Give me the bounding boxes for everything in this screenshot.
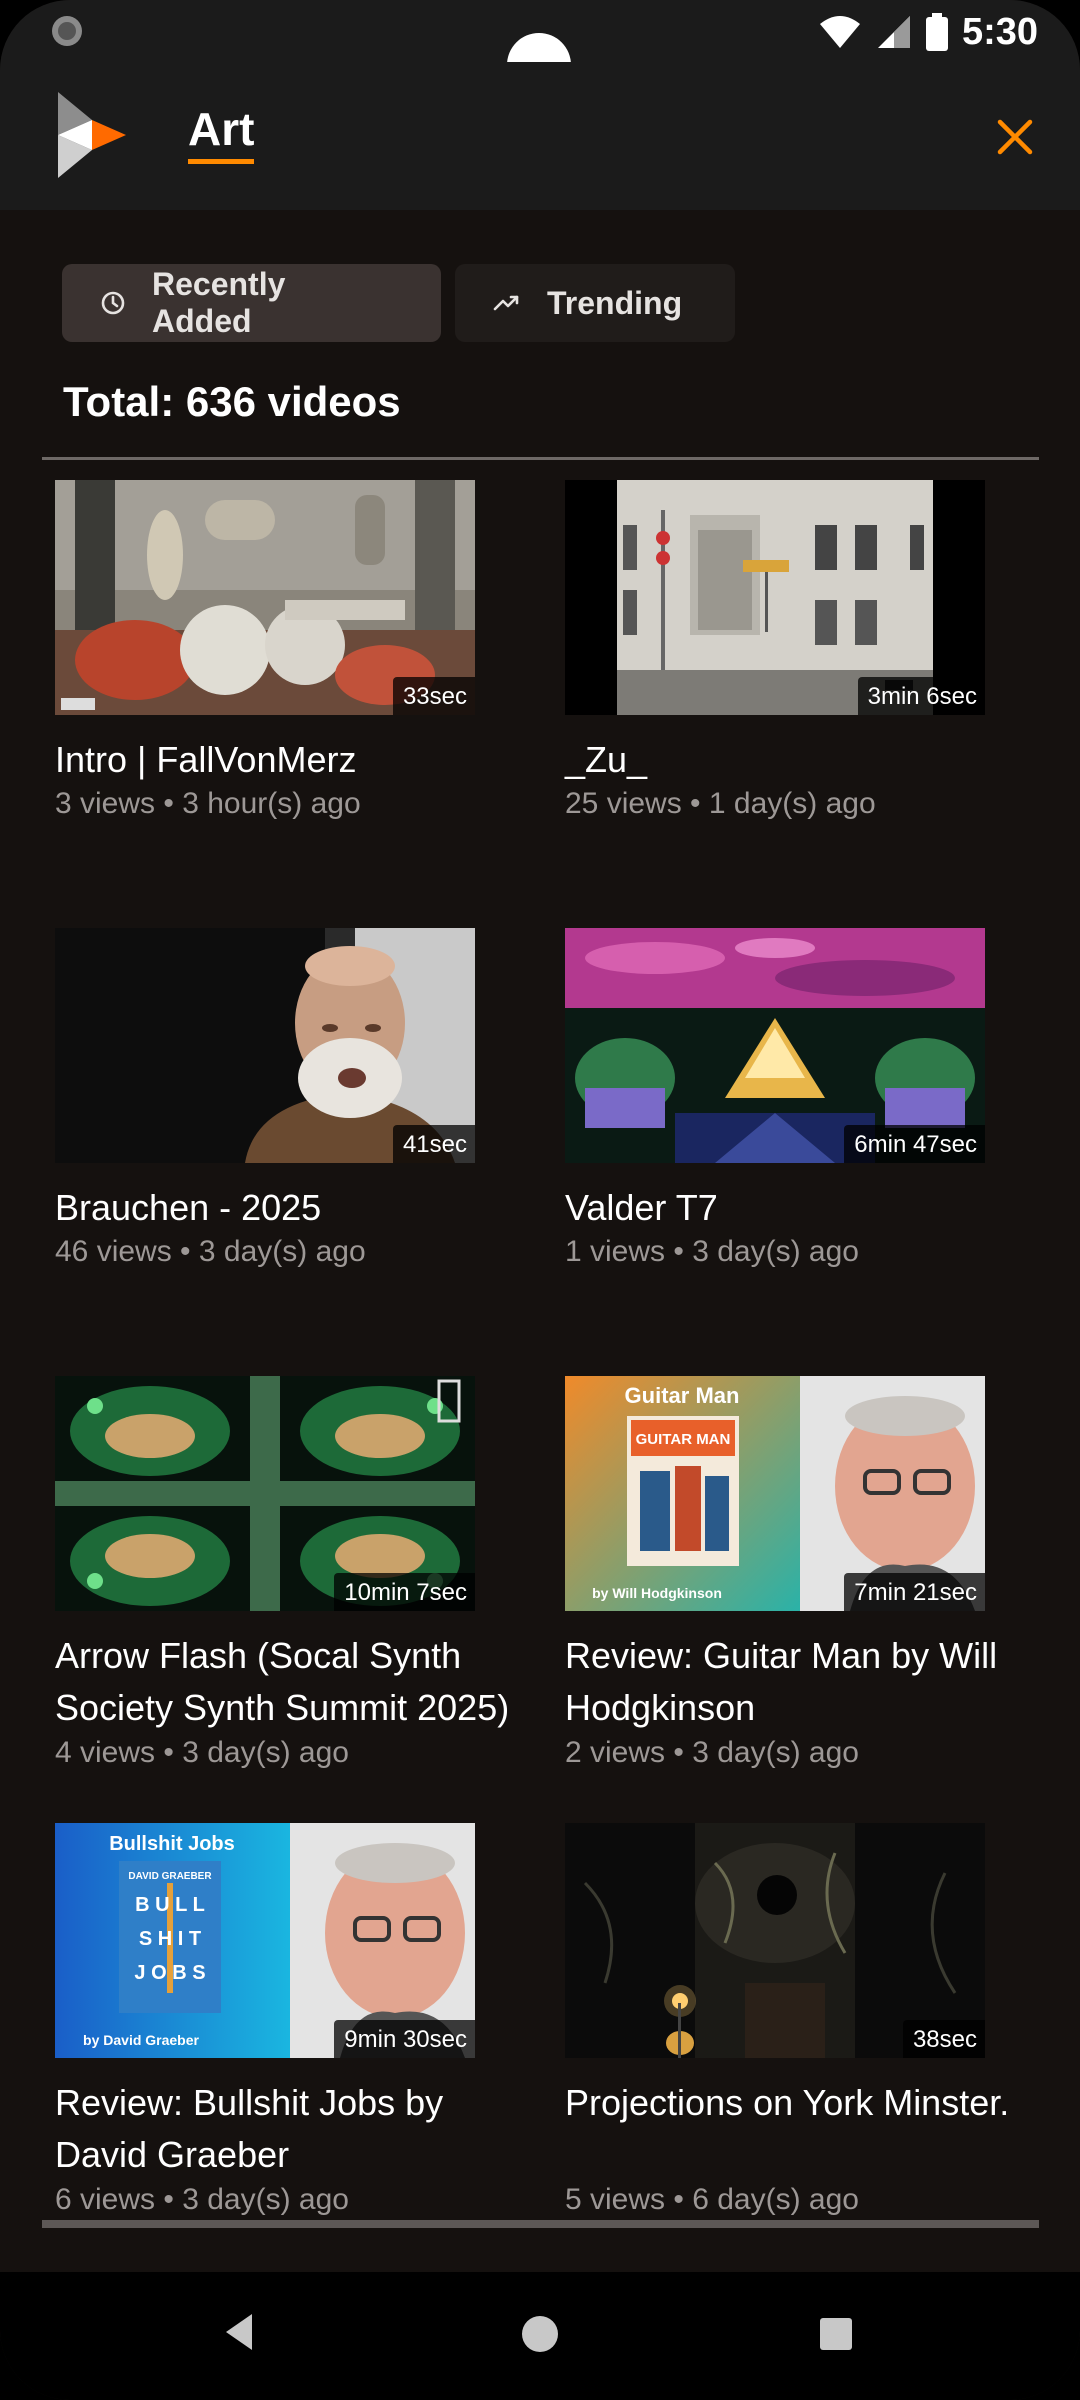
- list-bottom-edge: [42, 2220, 1039, 2228]
- video-thumbnail[interactable]: 3min 6sec: [565, 480, 985, 715]
- trending-icon: [493, 295, 519, 311]
- video-meta: 4 views • 3 day(s) ago: [55, 1736, 349, 1769]
- page-title: Art: [188, 104, 255, 164]
- home-icon[interactable]: [522, 2316, 558, 2352]
- battery-icon: [925, 13, 948, 51]
- video-meta: 1 views • 3 day(s) ago: [565, 1235, 859, 1268]
- video-thumbnail[interactable]: Bullshit Jobs DAVID GRAEBER B U L L S H …: [55, 1823, 475, 2058]
- thumb-byline: by Will Hodgkinson: [592, 1585, 722, 1601]
- total-count: Total: 636 videos: [63, 378, 401, 425]
- filter-chips: Recently Added Trending: [62, 264, 735, 342]
- recently-added-label: Recently Added: [152, 266, 286, 339]
- video-title: Review: Guitar Man by Will Hodgkinson: [565, 1635, 998, 1728]
- wifi-icon: [819, 16, 860, 48]
- status-time: 5:30: [961, 10, 1038, 53]
- video-title: Intro | FallVonMerz: [55, 739, 357, 780]
- video-thumbnail[interactable]: 41sec: [55, 928, 475, 1163]
- video-title: Valder T7: [565, 1187, 718, 1228]
- video-thumbnail[interactable]: 38sec: [565, 1823, 985, 2058]
- notification-icon: [52, 16, 82, 46]
- back-icon[interactable]: [222, 2312, 258, 2352]
- video-meta: 2 views • 3 day(s) ago: [565, 1736, 859, 1769]
- video-title: _Zu_: [565, 739, 648, 780]
- status-bar: 5:30: [0, 0, 1080, 97]
- duration-badge: 6min 47sec: [844, 1125, 985, 1163]
- video-meta: 46 views • 3 day(s) ago: [55, 1235, 366, 1268]
- video-thumbnail[interactable]: 33sec: [55, 480, 475, 715]
- thumb-book-line-1: B U L L: [135, 1894, 205, 1916]
- video-meta: 3 views • 3 hour(s) ago: [55, 787, 361, 820]
- trending-label: Trending: [547, 284, 683, 321]
- thumb-byline: by David Graeber: [83, 2032, 199, 2048]
- cellular-icon: [877, 16, 910, 48]
- screen: 5:30 Art Recently Added Trending Total: …: [0, 0, 1080, 2400]
- video-title: Arrow Flash (Socal Synth Society Synth S…: [55, 1635, 510, 1728]
- thumb-heading: Guitar Man: [625, 1383, 740, 1408]
- duration-badge: 3min 6sec: [857, 677, 985, 715]
- app-bar: Art: [0, 62, 1080, 210]
- video-thumbnail[interactable]: Guitar Man GUITAR MAN by Will Hodgkinson…: [565, 1376, 985, 1611]
- clock-icon: [101, 291, 125, 315]
- trending-chip[interactable]: Trending: [455, 264, 735, 342]
- duration-badge: 33sec: [392, 677, 475, 715]
- recently-added-chip[interactable]: Recently Added: [62, 264, 441, 342]
- video-meta: 25 views • 1 day(s) ago: [565, 787, 876, 820]
- thumb-book-line-3: J O B S: [134, 1962, 205, 1984]
- thumb-book-title: GUITAR MAN: [636, 1431, 731, 1448]
- close-icon[interactable]: [990, 112, 1040, 162]
- video-meta: 6 views • 3 day(s) ago: [55, 2183, 349, 2216]
- video-title: Brauchen - 2025: [55, 1187, 322, 1228]
- video-meta: 5 views • 6 day(s) ago: [565, 2183, 859, 2216]
- duration-badge: 7min 21sec: [844, 1573, 985, 1611]
- thumb-author: DAVID GRAEBER: [128, 1871, 212, 1882]
- video-title: Projections on York Minster.: [565, 2082, 1010, 2123]
- divider: [42, 457, 1039, 460]
- duration-badge: 10min 7sec: [334, 1573, 475, 1611]
- thumb-book-line-2: S H I T: [139, 1928, 201, 1950]
- thumb-heading: Bullshit Jobs: [109, 1833, 235, 1855]
- duration-badge: 38sec: [902, 2020, 985, 2058]
- video-thumbnail[interactable]: 6min 47sec: [565, 928, 985, 1163]
- duration-badge: 9min 30sec: [334, 2020, 475, 2058]
- recents-icon[interactable]: [820, 2318, 852, 2350]
- video-title: Review: Bullshit Jobs by David Graeber: [55, 2082, 444, 2175]
- duration-badge: 41sec: [392, 1125, 475, 1163]
- system-nav-bar: [0, 2272, 1080, 2400]
- play-logo-icon: [58, 92, 126, 178]
- status-icons: 5:30: [818, 6, 1038, 58]
- video-thumbnail[interactable]: 10min 7sec: [55, 1376, 475, 1611]
